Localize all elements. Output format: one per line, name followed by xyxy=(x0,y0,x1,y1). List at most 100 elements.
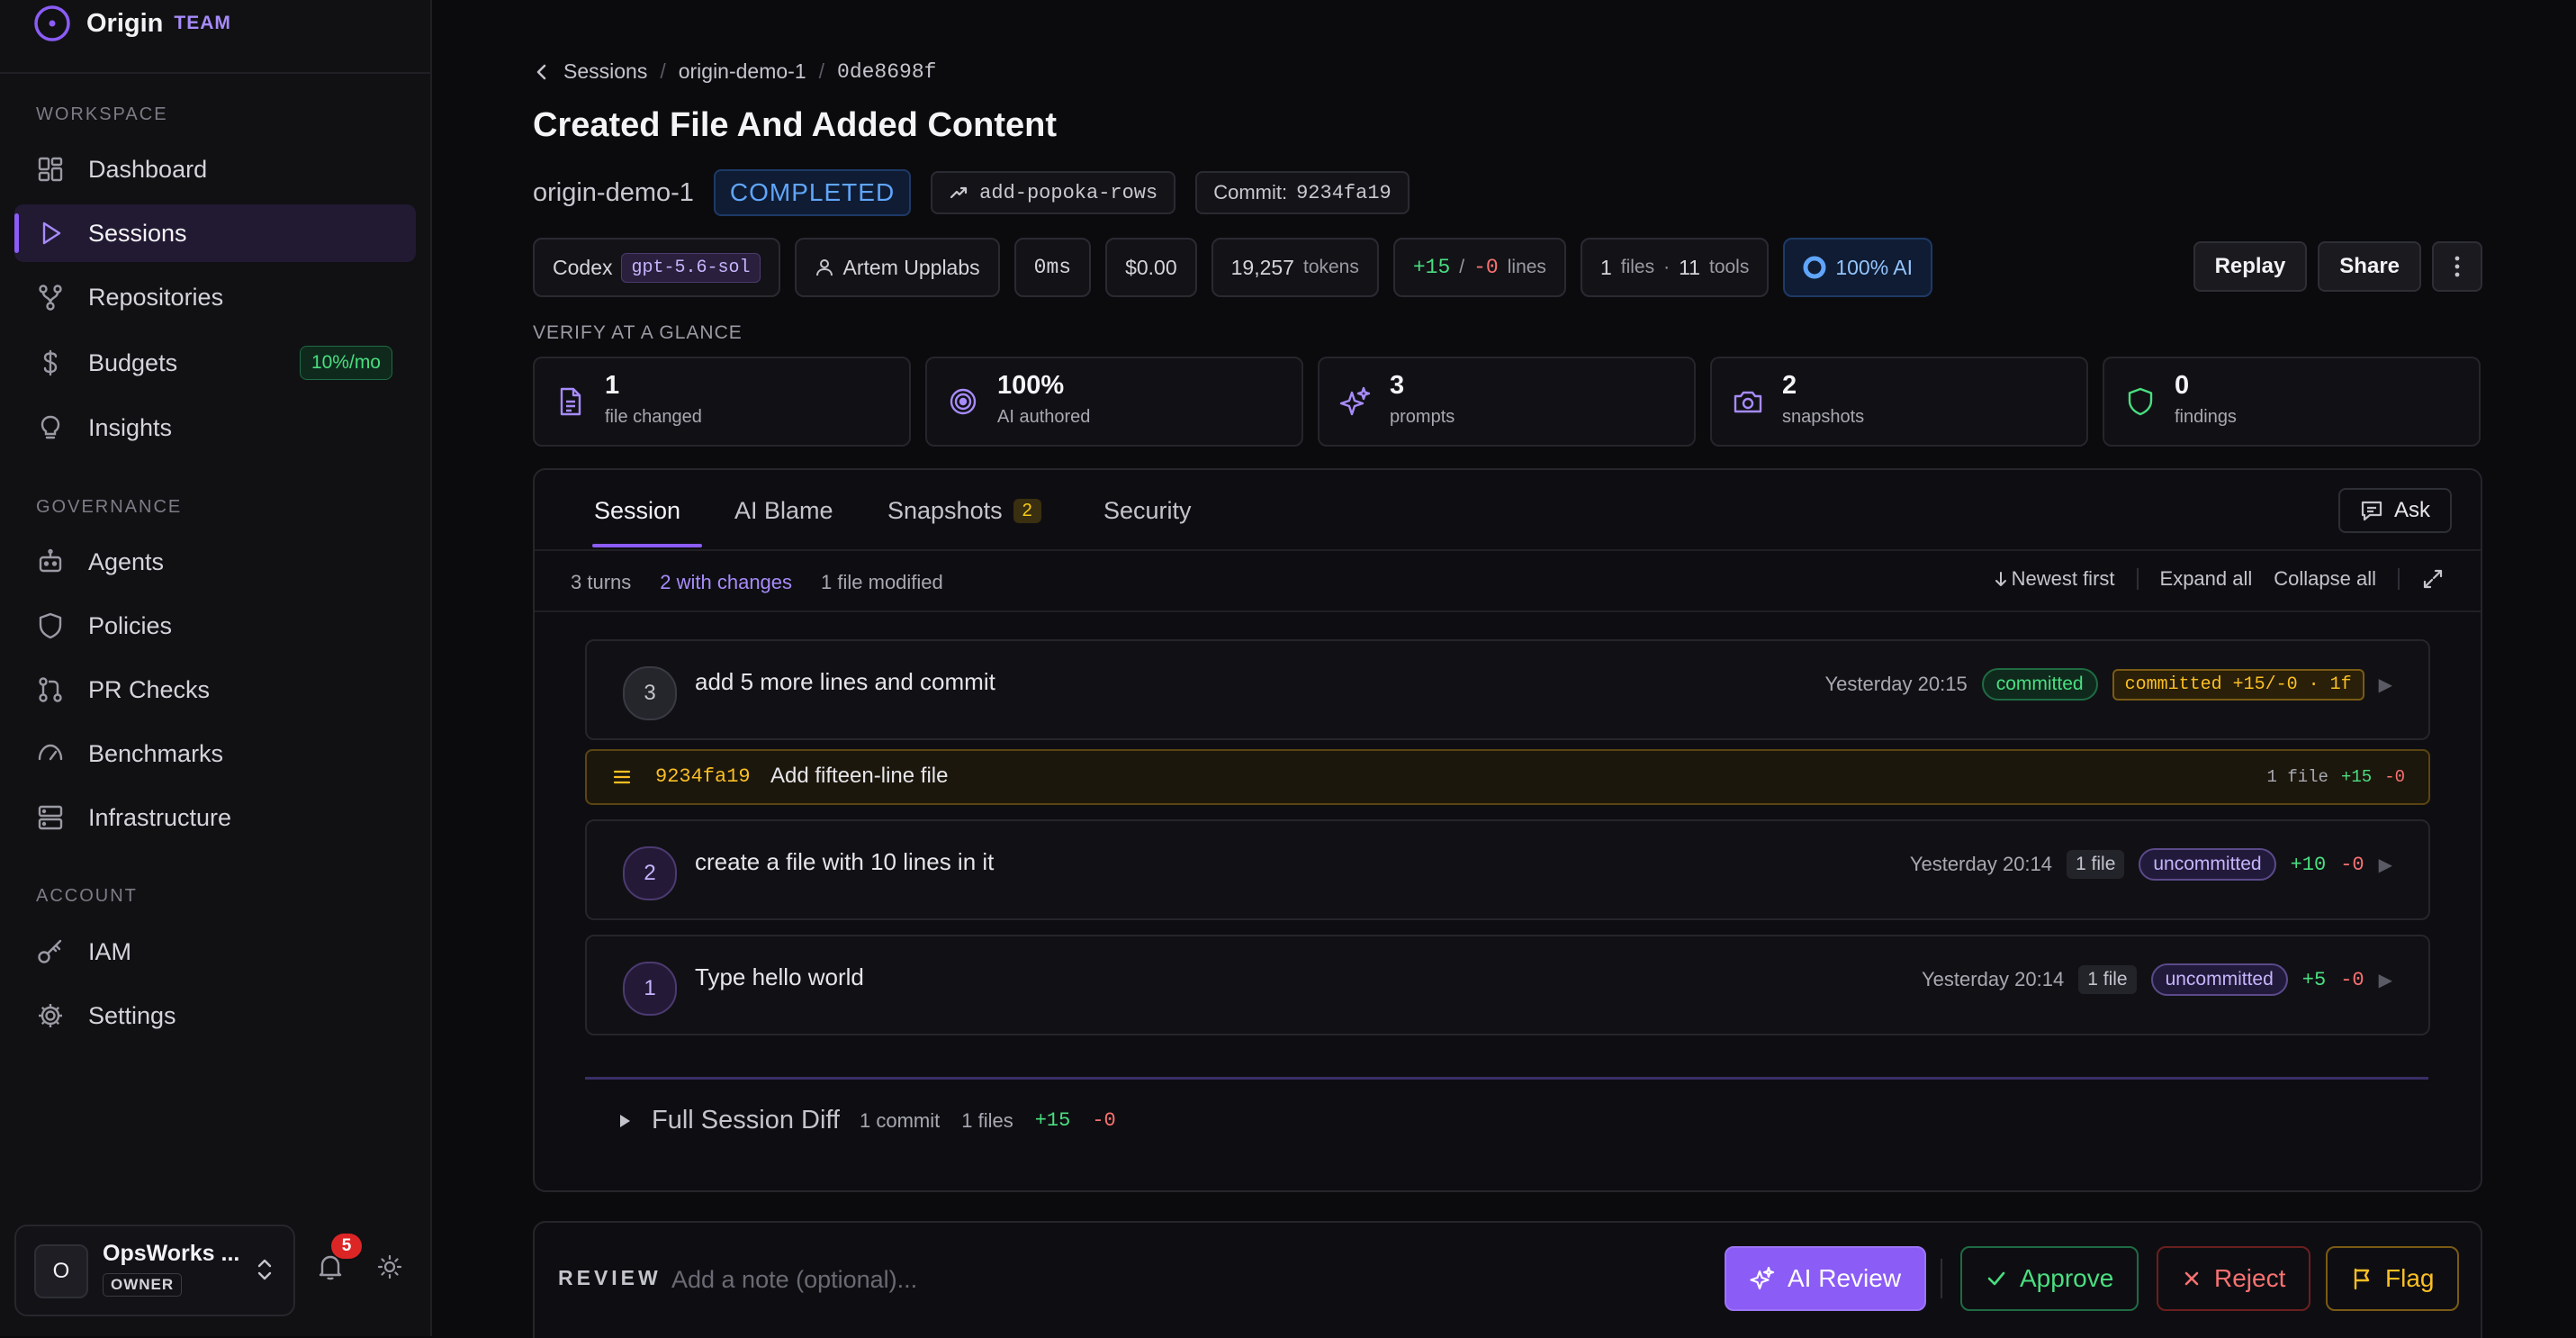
sidebar-item-benchmarks[interactable]: Benchmarks xyxy=(14,725,416,782)
flag-button[interactable]: Flag xyxy=(2326,1246,2460,1311)
play-icon[interactable]: ▶ xyxy=(2379,674,2392,696)
sidebar-item-label: Insights xyxy=(88,413,173,441)
divider xyxy=(2136,568,2139,590)
commit-row[interactable]: 9234fa19 Add fifteen-line file 1 file +1… xyxy=(585,749,2430,805)
sidebar-item-insights[interactable]: Insights xyxy=(14,399,416,457)
brand-tier: TEAM xyxy=(174,13,231,33)
sidebar-item-iam[interactable]: IAM xyxy=(14,923,416,981)
turn-row[interactable]: 2 create a file with 10 lines in it Yest… xyxy=(585,819,2430,920)
sidebar-item-pr-checks[interactable]: PR Checks xyxy=(14,661,416,719)
sidebar-item-label: Benchmarks xyxy=(88,739,224,767)
chevron-left-icon[interactable] xyxy=(533,61,551,83)
full-diff-files: 1 files xyxy=(961,1108,1013,1132)
user-name: Artem Upplabs xyxy=(842,255,980,279)
ai-percent-chip: 100% AI xyxy=(1783,238,1933,297)
commit-pill[interactable]: Commit: 9234fa19 xyxy=(1195,171,1410,214)
sidebar-item-label: Infrastructure xyxy=(88,803,232,831)
glance-label: file changed xyxy=(605,407,702,427)
turn-row[interactable]: 1 Type hello world Yesterday 20:14 1 fil… xyxy=(585,935,2430,1035)
cost-chip: $0.00 xyxy=(1105,238,1197,297)
tools-label: tools xyxy=(1708,257,1750,277)
server-icon xyxy=(36,803,65,832)
section-label-governance: GOVERNANCE xyxy=(36,497,183,517)
turns-with-changes[interactable]: 2 with changes xyxy=(660,571,792,594)
sidebar-item-settings[interactable]: Settings xyxy=(14,987,416,1044)
commit-list-icon xyxy=(612,767,632,787)
glance-card-prompts: 3 prompts xyxy=(1318,357,1696,447)
turn-prompt: add 5 more lines and commit xyxy=(695,668,995,695)
tab-snapshots[interactable]: Snapshots 2 xyxy=(887,497,1041,525)
tab-label: AI Blame xyxy=(734,497,833,524)
sidebar-item-agents[interactable]: Agents xyxy=(14,533,416,591)
turns-toolbar: 3 turns 2 with changes 1 file modified N… xyxy=(535,551,2481,612)
sidebar-item-sessions[interactable]: Sessions xyxy=(14,204,416,262)
ai-percent: 100% AI xyxy=(1835,255,1914,279)
play-icon[interactable]: ▶ xyxy=(2379,854,2392,876)
expand-icon[interactable] xyxy=(2421,567,2445,591)
review-note-input[interactable] xyxy=(670,1253,1591,1306)
replay-button[interactable]: Replay xyxy=(2193,241,2308,292)
tab-session[interactable]: Session xyxy=(594,497,680,525)
glance-value: 3 xyxy=(1390,371,1405,400)
tokens-value: 19,257 xyxy=(1230,255,1294,279)
expand-all-button[interactable]: Expand all xyxy=(2160,567,2253,591)
ask-button[interactable]: Ask xyxy=(2337,488,2452,533)
full-session-diff[interactable]: Full Session Diff 1 commit 1 files +15 -… xyxy=(617,1106,1116,1135)
divider xyxy=(585,1077,2428,1080)
sort-label: Newest first xyxy=(2011,567,2115,590)
collapse-all-button[interactable]: Collapse all xyxy=(2274,567,2376,591)
user-icon xyxy=(815,258,834,277)
status-badge: uncommitted xyxy=(2139,848,2276,881)
file-count-badge: 1 file xyxy=(2078,965,2137,994)
turn-row[interactable]: 3 add 5 more lines and commit Yesterday … xyxy=(585,639,2430,740)
approve-button[interactable]: Approve xyxy=(1960,1246,2139,1311)
flag-label: Flag xyxy=(2385,1264,2435,1292)
close-icon xyxy=(2182,1269,2202,1288)
glance-label: AI authored xyxy=(997,407,1091,427)
status-badge: committed xyxy=(1981,668,2098,701)
agent-chip: Codex gpt-5.6-sol xyxy=(533,238,780,297)
ask-label: Ask xyxy=(2393,498,2430,522)
sidebar-item-dashboard[interactable]: Dashboard xyxy=(14,140,416,198)
reject-button[interactable]: Reject xyxy=(2157,1246,2311,1311)
shield-icon xyxy=(36,611,65,640)
lines-added: +5 xyxy=(2301,968,2327,991)
ai-review-button[interactable]: AI Review xyxy=(1725,1246,1927,1311)
tab-ai-blame[interactable]: AI Blame xyxy=(734,497,833,525)
sidebar-item-budgets[interactable]: Budgets 10%/mo xyxy=(14,334,416,392)
brand[interactable]: Origin TEAM xyxy=(32,4,231,43)
commit-message: Add fifteen-line file xyxy=(770,764,949,788)
breadcrumb-sessions[interactable]: Sessions xyxy=(563,59,647,84)
sort-toggle[interactable]: Newest first xyxy=(1994,567,2115,591)
glance-cards: 1 file changed 100% AI authored 3 prompt… xyxy=(533,357,2481,447)
shield-icon xyxy=(2124,385,2157,418)
branch-pill[interactable]: add-popoka-rows xyxy=(931,171,1176,214)
commit-files: 1 file xyxy=(2266,767,2328,787)
turn-time: Yesterday 20:14 xyxy=(1909,853,2053,875)
glance-label: prompts xyxy=(1390,407,1455,427)
sidebar-item-policies[interactable]: Policies xyxy=(14,597,416,655)
turn-time: Yesterday 20:15 xyxy=(1824,673,1968,695)
dollar-icon xyxy=(36,348,65,377)
section-label-account: ACCOUNT xyxy=(36,886,138,906)
robot-icon xyxy=(36,547,65,576)
dashboard-icon xyxy=(36,155,65,184)
share-button[interactable]: Share xyxy=(2318,241,2421,292)
breadcrumb-project[interactable]: origin-demo-1 xyxy=(679,59,806,84)
tab-security[interactable]: Security xyxy=(1103,497,1192,525)
pull-request-icon xyxy=(36,675,65,704)
ai-review-label: AI Review xyxy=(1788,1264,1902,1292)
glance-card-ai: 100% AI authored xyxy=(925,357,1303,447)
sidebar-item-repositories[interactable]: Repositories xyxy=(14,268,416,326)
more-button[interactable] xyxy=(2432,241,2482,292)
play-icon[interactable]: ▶ xyxy=(2379,969,2392,991)
sidebar-item-label: IAM xyxy=(88,937,132,965)
breadcrumb-separator: / xyxy=(660,59,666,83)
glance-value: 100% xyxy=(997,371,1065,400)
workspace-switcher[interactable]: O OpsWorks ... OWNER xyxy=(14,1225,295,1316)
commit-removed: -0 xyxy=(2384,767,2405,787)
sidebar-item-infrastructure[interactable]: Infrastructure xyxy=(14,789,416,846)
tab-label: Snapshots xyxy=(887,497,1003,524)
sun-icon[interactable] xyxy=(376,1253,403,1280)
dot-separator: · xyxy=(1663,257,1671,277)
